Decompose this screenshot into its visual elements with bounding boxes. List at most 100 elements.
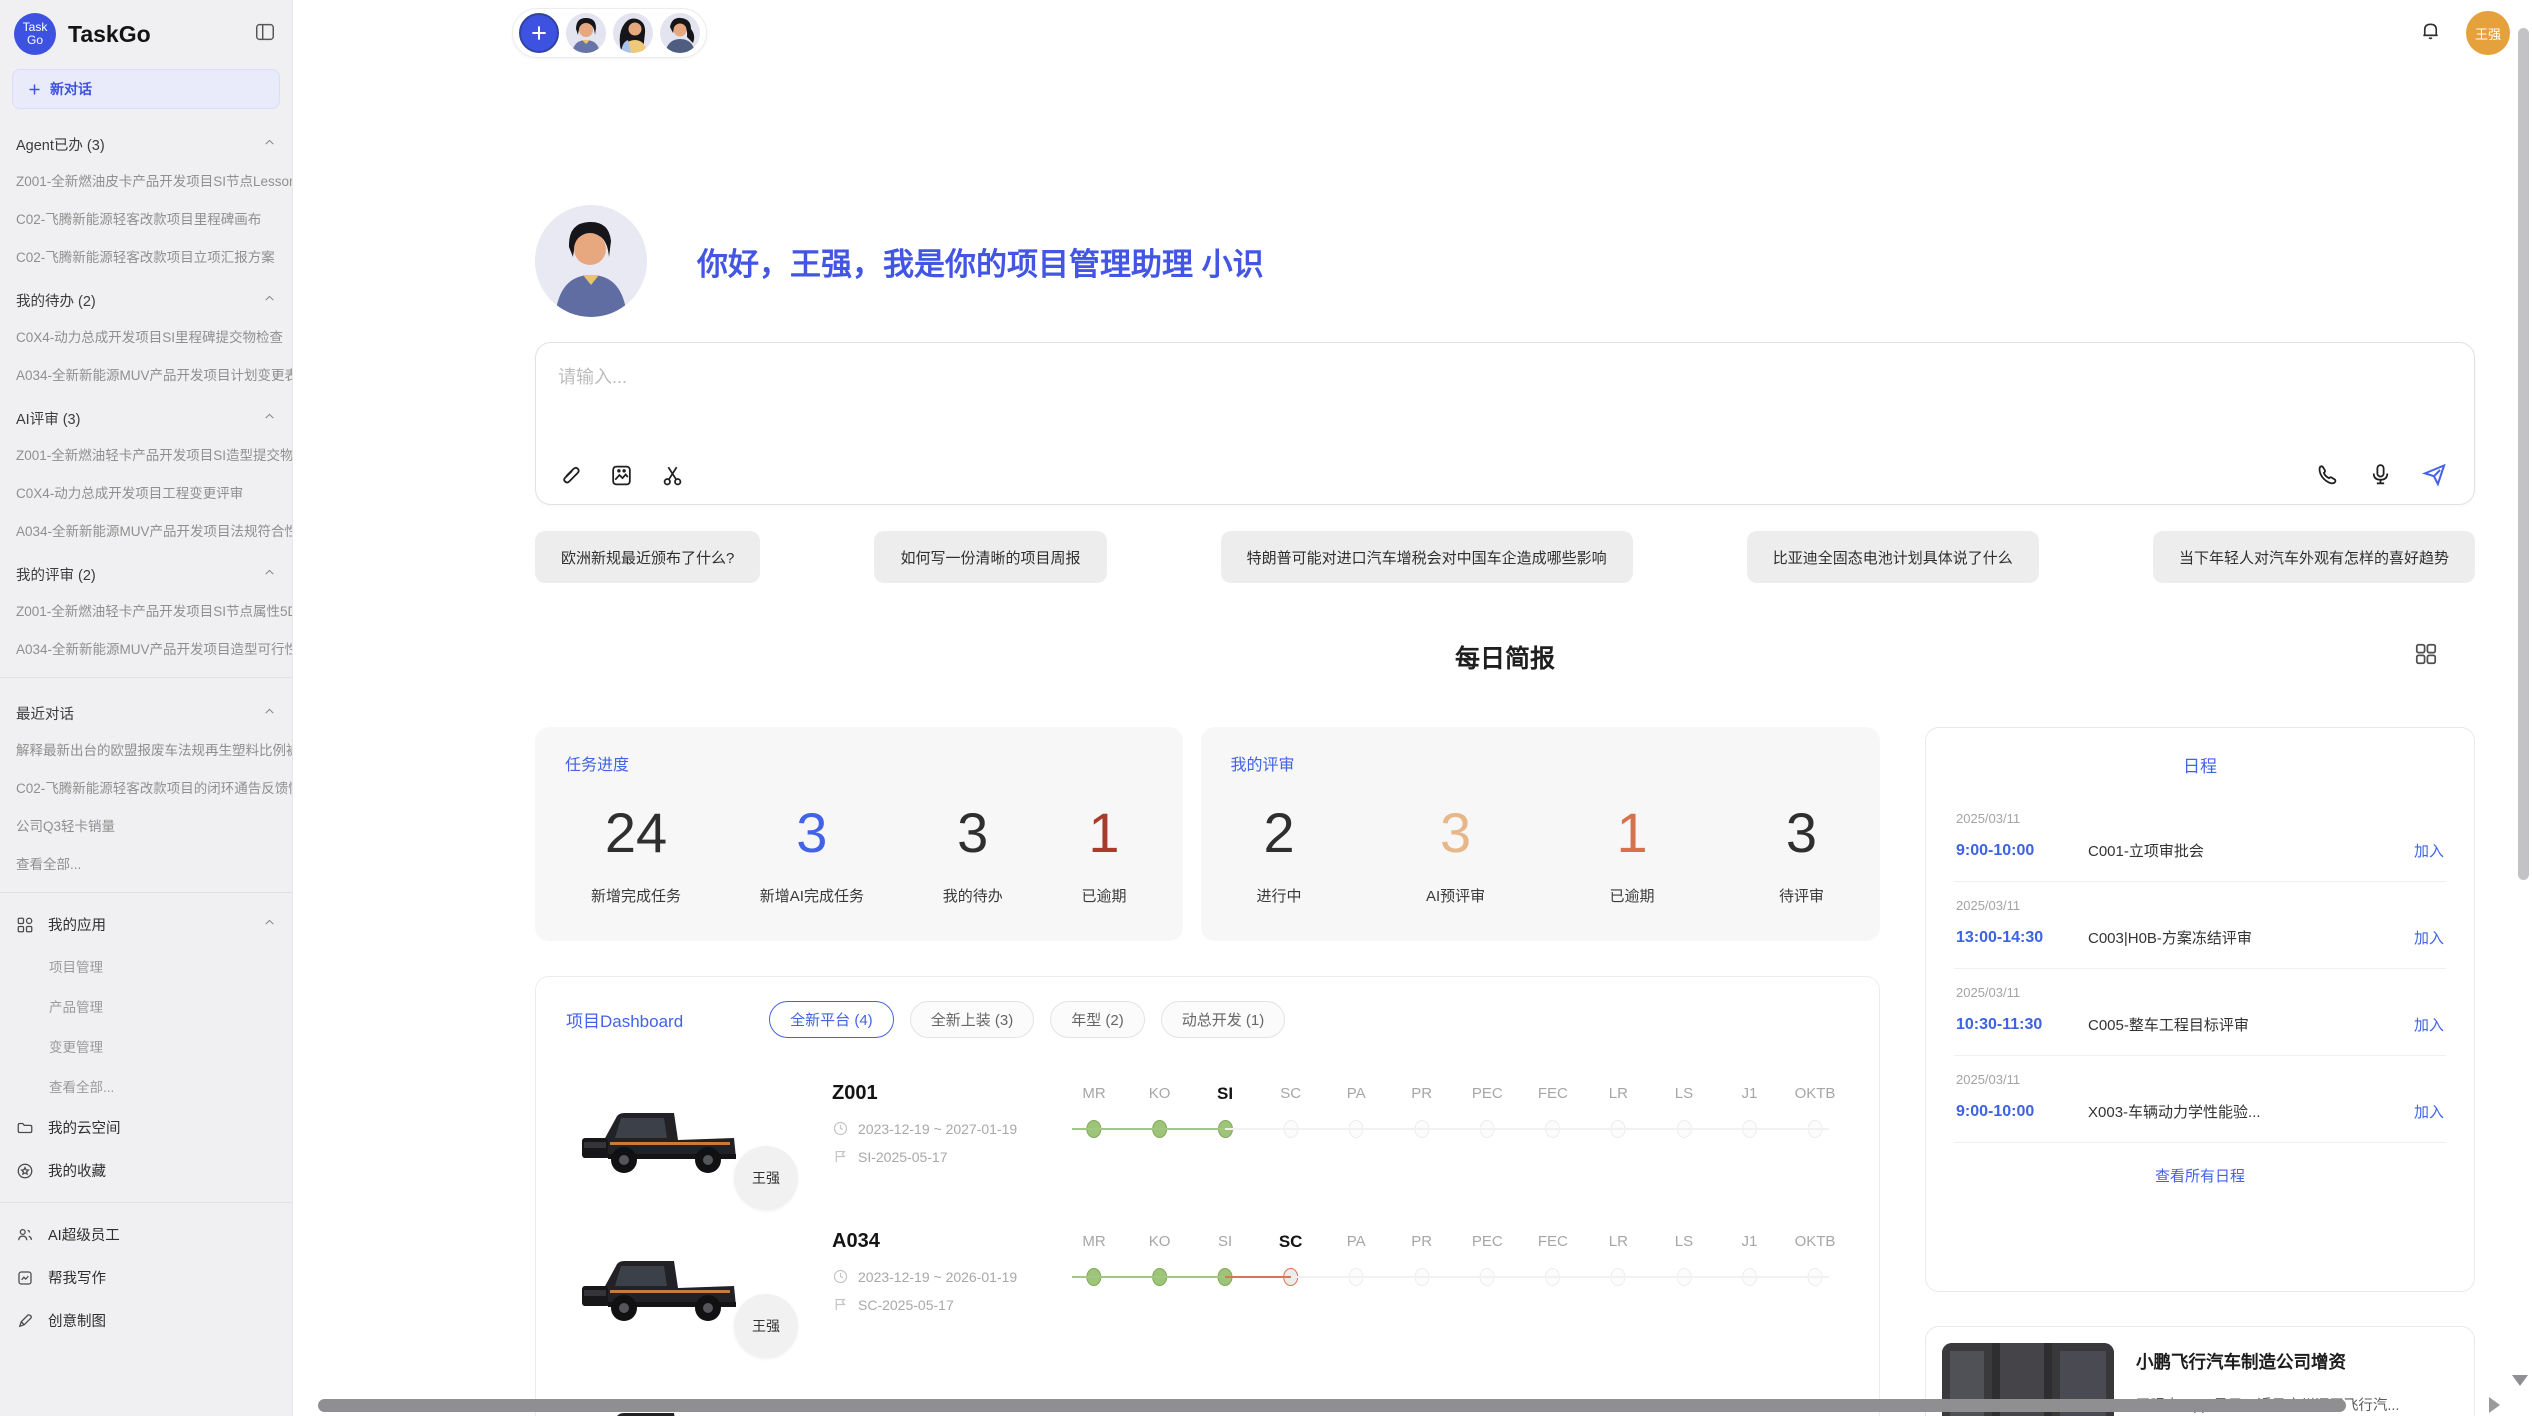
phone-icon[interactable] (2315, 462, 2340, 487)
join-link[interactable]: 加入 (2414, 840, 2444, 861)
my-review-title: 我的评审 (1231, 751, 1850, 775)
send-icon[interactable] (2421, 461, 2448, 488)
stats-row: 任务进度 24新增完成任务3新增AI完成任务3我的待办1已逾期 我的评审 2进行… (535, 727, 1880, 941)
project-dates: 2023-12-19 ~ 2027-01-19 (832, 1120, 1064, 1137)
sidebar-item-cloud-space[interactable]: 我的云空间 (0, 1106, 292, 1149)
sidebar-section-header[interactable]: AI评审 (3) (0, 393, 292, 435)
sidebar-conversation-item[interactable]: Z001-全新燃油皮卡产品开发项目SI节点Lesson Learn报告 (0, 161, 292, 199)
dashboard-tab[interactable]: 年型 (2) (1050, 1001, 1145, 1038)
milestone-label: PA (1347, 1082, 1366, 1106)
milestone-label: J1 (1742, 1082, 1758, 1106)
recent-chat-item[interactable]: 解释最新出台的欧盟报废车法规再生塑料比例被调至15%... (0, 730, 292, 768)
mic-icon[interactable] (2368, 462, 2393, 487)
suggestion-chip[interactable]: 特朗普可能对进口汽车增税会对中国车企造成哪些影响 (1221, 531, 1633, 583)
view-all-apps-link[interactable]: 查看全部... (0, 1066, 292, 1106)
view-all-chats-link[interactable]: 查看全部... (0, 844, 292, 882)
suggestion-chip[interactable]: 当下年轻人对汽车外观有怎样的喜好趋势 (2153, 531, 2475, 583)
milestone-label: LR (1609, 1230, 1628, 1254)
suggestion-chip[interactable]: 比亚迪全固态电池计划具体说了什么 (1747, 531, 2039, 583)
sidebar-conversation-item[interactable]: C02-飞腾新能源轻客改款项目立项汇报方案 (0, 237, 292, 275)
layout-grid-icon[interactable] (2413, 641, 2439, 672)
join-link[interactable]: 加入 (2414, 1101, 2444, 1122)
schedule-event: 2025/03/1113:00-14:30C003|H0B-方案冻结评审加入 (1954, 882, 2446, 969)
recent-chat-item[interactable]: C02-飞腾新能源轻客改款项目的闭环通告反馈情况 (0, 768, 292, 806)
suggestion-chip[interactable]: 欧洲新规最近颁布了什么? (535, 531, 760, 583)
stat-value: 3 (760, 805, 864, 861)
chevron-up-icon (263, 136, 276, 154)
workspace-avatar-1[interactable] (566, 13, 606, 53)
join-link[interactable]: 加入 (2414, 1014, 2444, 1035)
sidebar-conversation-item[interactable]: C02-飞腾新能源轻客改款项目里程碑画布 (0, 199, 292, 237)
project-flag: SC-2025-05-17 (832, 1296, 1064, 1313)
milestone-label: SI (1217, 1082, 1233, 1106)
notification-bell-icon[interactable] (2419, 19, 2442, 47)
sidebar-section-header[interactable]: Agent已办 (3) (0, 119, 292, 161)
milestone-track-inner: MRKOSISCPAPRPECFECLRLSJ1OKTB (1094, 1230, 1815, 1314)
sidebar-section-header[interactable]: 我的评审 (2) (0, 549, 292, 591)
join-link[interactable]: 加入 (2414, 927, 2444, 948)
chat-input-card (535, 342, 2475, 505)
sidebar-conversation-item[interactable]: A034-全新新能源MUV产品开发项目造型可行性评审 (0, 629, 292, 667)
suggestion-chip[interactable]: 如何写一份清晰的项目周报 (874, 531, 1106, 583)
horizontal-scrollbar[interactable] (318, 1399, 2346, 1412)
project-info: A0342023-12-19 ~ 2026-01-19SC-2025-05-17 (832, 1228, 1064, 1313)
plus-icon (27, 82, 42, 97)
divider (0, 1202, 292, 1203)
task-progress-title: 任务进度 (565, 751, 1153, 775)
stat-value: 2 (1257, 805, 1302, 861)
app-link[interactable]: 产品管理 (0, 986, 292, 1026)
user-avatar[interactable]: 王强 (2466, 11, 2510, 55)
scroll-down-arrow[interactable] (2512, 1375, 2528, 1386)
workspace-avatar-3[interactable] (660, 13, 700, 53)
project-row[interactable]: 王强A0342023-12-19 ~ 2026-01-19SC-2025-05-… (566, 1228, 1849, 1334)
section-title: 最近对话 (16, 703, 263, 724)
event-time: 13:00-14:30 (1956, 929, 2088, 947)
milestone-label: OKTB (1795, 1082, 1836, 1106)
write-helper-label: 帮我写作 (48, 1267, 106, 1288)
sidebar-item-write-helper[interactable]: 帮我写作 (0, 1256, 292, 1299)
vertical-scrollbar[interactable] (2518, 28, 2529, 880)
sidebar-conversation-item[interactable]: C0X4-动力总成开发项目工程变更评审 (0, 473, 292, 511)
creative-draw-label: 创意制图 (48, 1310, 106, 1331)
clock-icon (832, 1268, 849, 1285)
project-dashboard-card: 项目Dashboard 全新平台 (4)全新上装 (3)年型 (2)动总开发 (… (535, 976, 1880, 1416)
milestone-label: KO (1149, 1230, 1171, 1254)
scroll-right-arrow[interactable] (2489, 1397, 2500, 1413)
stat-item: 3新增AI完成任务 (760, 805, 864, 906)
sidebar-conversation-item[interactable]: A034-全新新能源MUV产品开发项目计划变更表编写 (0, 355, 292, 393)
event-row: 9:00-10:00X003-车辆动力学性能验...加入 (1956, 1101, 2444, 1122)
dashboard-tab[interactable]: 动总开发 (1) (1161, 1001, 1286, 1038)
add-workspace-button[interactable] (519, 13, 559, 53)
divider (0, 677, 292, 678)
stat-label: 已逾期 (1081, 885, 1126, 906)
sidebar-collapse-icon[interactable] (254, 21, 276, 48)
image-icon[interactable] (609, 463, 634, 488)
paperclip-icon[interactable] (558, 463, 583, 488)
my-apps-label: 我的应用 (48, 914, 106, 935)
sidebar-item-my-apps[interactable]: 我的应用 (0, 903, 292, 946)
sidebar-item-ai-staff[interactable]: AI超级员工 (0, 1213, 292, 1256)
app-link[interactable]: 变更管理 (0, 1026, 292, 1066)
view-all-schedule-link[interactable]: 查看所有日程 (1954, 1143, 2446, 1186)
dashboard-tab[interactable]: 全新上装 (3) (910, 1001, 1035, 1038)
workspace-avatar-2[interactable] (613, 13, 653, 53)
app-logo: Task Go (14, 13, 56, 55)
project-row[interactable]: 王强Z0012023-12-19 ~ 2027-01-19SI-2025-05-… (566, 1080, 1849, 1186)
sidebar-section-header[interactable]: 我的待办 (2) (0, 275, 292, 317)
sidebar-conversation-item[interactable]: Z001-全新燃油轻卡产品开发项目SI节点属性5D文件评审 (0, 591, 292, 629)
sidebar-item-creative-draw[interactable]: 创意制图 (0, 1299, 292, 1342)
event-row: 13:00-14:30C003|H0B-方案冻结评审加入 (1956, 927, 2444, 948)
chat-input[interactable] (536, 343, 2474, 425)
sidebar-conversation-item[interactable]: Z001-全新燃油轻卡产品开发项目SI造型提交物评审 (0, 435, 292, 473)
sidebar-conversation-item[interactable]: C0X4-动力总成开发项目SI里程碑提交物检查 (0, 317, 292, 355)
app-link[interactable]: 项目管理 (0, 946, 292, 986)
event-time: 10:30-11:30 (1956, 1016, 2088, 1034)
recent-chat-item[interactable]: 公司Q3轻卡销量 (0, 806, 292, 844)
new-chat-button[interactable]: 新对话 (12, 69, 280, 109)
scissors-icon[interactable] (660, 463, 685, 488)
dashboard-tab[interactable]: 全新平台 (4) (769, 1001, 894, 1038)
sidebar-conversation-item[interactable]: A034-全新新能源MUV产品开发项目法规符合性评审 (0, 511, 292, 549)
sidebar-item-favorites[interactable]: 我的收藏 (0, 1149, 292, 1192)
milestone-label: PEC (1472, 1082, 1503, 1106)
recent-chats-header[interactable]: 最近对话 (0, 688, 292, 730)
